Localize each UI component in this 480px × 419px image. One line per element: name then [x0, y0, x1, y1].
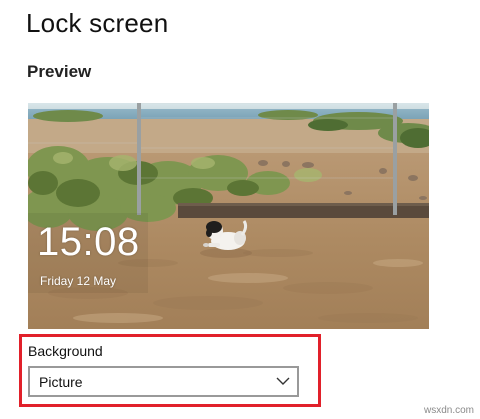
preview-background-image [28, 103, 429, 329]
watermark: wsxdn.com [423, 405, 474, 416]
chevron-down-icon [276, 377, 290, 385]
lock-screen-date: Friday 12 May [40, 274, 117, 288]
lock-screen-time: 15:08 [37, 220, 140, 264]
page-title: Lock screen [26, 8, 169, 38]
preview-section-title: Preview [27, 62, 92, 81]
background-dropdown[interactable]: Picture [28, 366, 299, 397]
background-label: Background [28, 343, 103, 359]
lock-screen-preview [28, 103, 429, 329]
background-dropdown-value: Picture [39, 374, 83, 390]
